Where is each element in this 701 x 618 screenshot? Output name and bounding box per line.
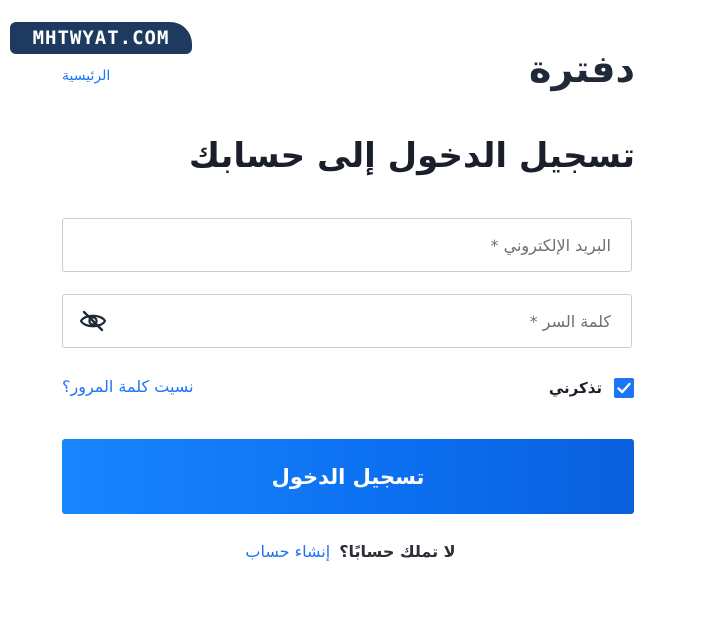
email-field-container	[62, 218, 632, 272]
signup-prompt: لا تملك حسابًا؟ إنشاء حساب	[0, 542, 701, 561]
signup-question: لا تملك حسابًا؟	[339, 542, 456, 561]
eye-slash-icon[interactable]	[79, 309, 107, 333]
page-title: تسجيل الدخول إلى حسابك	[188, 136, 635, 176]
remember-label: تذكرني	[548, 379, 602, 397]
email-input[interactable]	[63, 219, 631, 271]
home-link[interactable]: الرئيسية	[62, 68, 110, 84]
forgot-password-link[interactable]: نسيت كلمة المرور؟	[62, 377, 194, 396]
watermark-badge: MHTWYAT.COM	[10, 22, 192, 54]
eye-slash-icon-svg	[79, 310, 107, 332]
brand-logo[interactable]: دفترة	[529, 44, 635, 94]
login-button[interactable]: تسجيل الدخول	[62, 439, 634, 514]
check-icon	[617, 382, 631, 394]
remember-me[interactable]: تذكرني	[549, 378, 634, 398]
remember-checkbox[interactable]	[614, 378, 634, 398]
signup-link[interactable]: إنشاء حساب	[245, 542, 330, 561]
password-field-container	[62, 294, 632, 348]
login-page: MHTWYAT.COM دفترة الرئيسية تسجيل الدخول …	[0, 0, 701, 618]
watermark-text: MHTWYAT.COM	[32, 27, 170, 49]
password-input[interactable]	[63, 295, 631, 347]
brand-name: دفترة	[529, 47, 635, 91]
